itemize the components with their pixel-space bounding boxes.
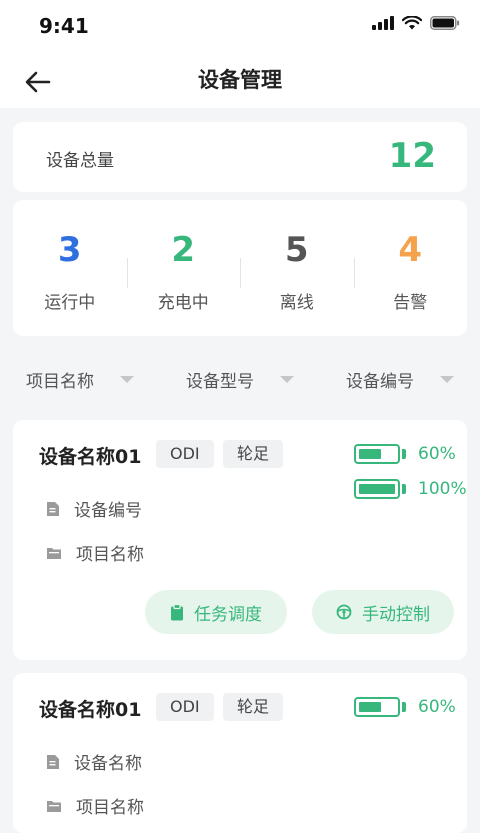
stat-offline[interactable]: 5 离线 [240, 200, 354, 336]
stat-running-count: 3 [57, 230, 82, 270]
device-card[interactable]: 设备名称01 ODI 轮足 60% 100% 设备编号 项目名称 任务调度 手动… [13, 420, 467, 660]
folder-icon [47, 547, 61, 559]
device-tag-type: ODI [156, 693, 214, 721]
stat-alarm-count: 4 [398, 230, 423, 270]
battery-indicator: 60% [354, 697, 456, 717]
document-icon [47, 754, 59, 769]
device-info-row: 项目名称 [46, 540, 144, 565]
battery-indicator: 100% [354, 479, 467, 499]
device-status-card: 3 运行中 2 充电中 5 离线 4 告警 [13, 200, 467, 336]
battery-percent: 100% [418, 479, 467, 499]
battery-percent: 60% [418, 697, 456, 717]
battery-fill [359, 449, 381, 459]
device-number-label: 设备编号 [74, 501, 142, 521]
cellular-signal-icon [372, 16, 394, 30]
device-card[interactable]: 设备名称01 ODI 轮足 60% 设备名称 项目名称 [13, 673, 467, 833]
status-bar: 9:41 [0, 0, 480, 52]
filter-device-number-label: 设备编号 [346, 371, 414, 392]
battery-indicator: 60% [354, 444, 456, 464]
stat-charging-count: 2 [171, 230, 196, 270]
device-tag-locomotion: 轮足 [223, 440, 284, 468]
device-name: 设备名称01 [39, 446, 142, 468]
device-info-row: 项目名称 [46, 793, 144, 818]
battery-tip [402, 484, 406, 494]
stat-offline-count: 5 [284, 230, 309, 270]
caret-down-icon [120, 375, 134, 383]
stat-charging[interactable]: 2 充电中 [126, 200, 241, 336]
device-info-row: 设备名称 [46, 749, 142, 774]
battery-percent: 60% [418, 444, 456, 464]
page-title: 设备管理 [198, 68, 282, 92]
status-icons [372, 16, 460, 30]
battery-fill [359, 702, 381, 712]
folder-icon [47, 800, 61, 812]
filter-device-number[interactable]: 设备编号 [320, 360, 480, 398]
stat-offline-label: 离线 [279, 293, 314, 313]
battery-icon [354, 697, 400, 717]
stat-charging-label: 充电中 [157, 293, 209, 313]
stat-running[interactable]: 3 运行中 [13, 200, 127, 336]
device-name: 设备名称01 [39, 699, 142, 721]
stat-alarm[interactable]: 4 告警 [353, 200, 468, 336]
task-dispatch-button[interactable]: 任务调度 [145, 590, 287, 634]
caret-down-icon [280, 375, 294, 383]
battery-icon [354, 479, 400, 499]
steering-wheel-icon [336, 604, 352, 620]
battery-status-icon [430, 16, 460, 30]
task-dispatch-label: 任务调度 [194, 604, 262, 625]
device-name-label: 设备名称 [74, 754, 142, 774]
manual-control-label: 手动控制 [362, 604, 430, 625]
nav-bar: 设备管理 [0, 52, 480, 108]
project-name-label: 项目名称 [76, 545, 144, 565]
device-tag-type: ODI [156, 440, 214, 468]
project-name-label: 项目名称 [76, 798, 144, 818]
device-total-value: 12 [388, 136, 436, 176]
stat-alarm-label: 告警 [393, 293, 428, 313]
device-total-label: 设备总量 [46, 151, 114, 171]
device-info-row: 设备编号 [46, 496, 142, 521]
filter-device-model[interactable]: 设备型号 [160, 360, 320, 398]
status-time: 9:41 [39, 14, 89, 38]
battery-icon [354, 444, 400, 464]
device-total-card: 设备总量 12 [13, 122, 467, 192]
battery-fill [359, 484, 395, 494]
clipboard-icon [171, 603, 183, 620]
filter-project-name-label: 项目名称 [26, 371, 94, 392]
filter-project-name[interactable]: 项目名称 [0, 360, 160, 398]
filter-bar: 项目名称 设备型号 设备编号 [0, 360, 480, 398]
document-icon [47, 501, 59, 516]
battery-tip [402, 449, 406, 459]
wifi-icon [402, 16, 422, 30]
battery-tip [402, 702, 406, 712]
caret-down-icon [440, 375, 454, 383]
stat-running-label: 运行中 [44, 293, 96, 313]
manual-control-button[interactable]: 手动控制 [312, 590, 454, 634]
device-tag-locomotion: 轮足 [223, 693, 284, 721]
filter-device-model-label: 设备型号 [186, 371, 254, 392]
